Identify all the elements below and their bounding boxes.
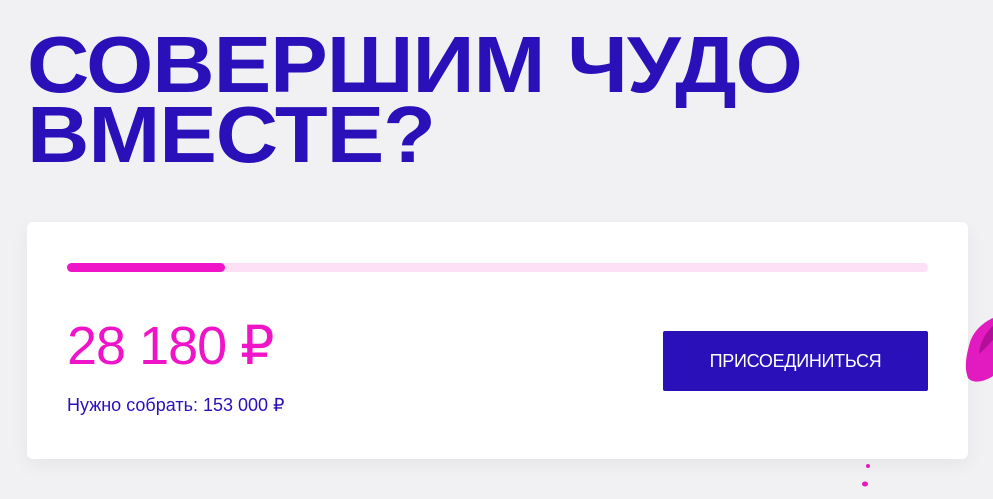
page-headline: СОВЕРШИМ ЧУДО ВМЕСТЕ?: [27, 25, 803, 179]
donation-progress-fill: [67, 263, 226, 272]
headline-line-2: ВМЕСТЕ?: [27, 90, 436, 179]
join-button[interactable]: ПРИСОЕДИНИТЬСЯ: [663, 331, 928, 391]
collected-amount: 28 180 ₽: [67, 316, 275, 376]
donation-card: 28 180 ₽ Нужно собрать: 153 000 ₽ ПРИСОЕ…: [27, 222, 968, 459]
goal-amount: Нужно собрать: 153 000 ₽: [67, 395, 285, 415]
donation-progress-bar: [67, 263, 928, 272]
paint-drop: [862, 481, 868, 487]
paint-splash-highlight: [979, 326, 993, 354]
paint-drop: [866, 464, 870, 468]
paint-splash-shape: [965, 318, 993, 382]
